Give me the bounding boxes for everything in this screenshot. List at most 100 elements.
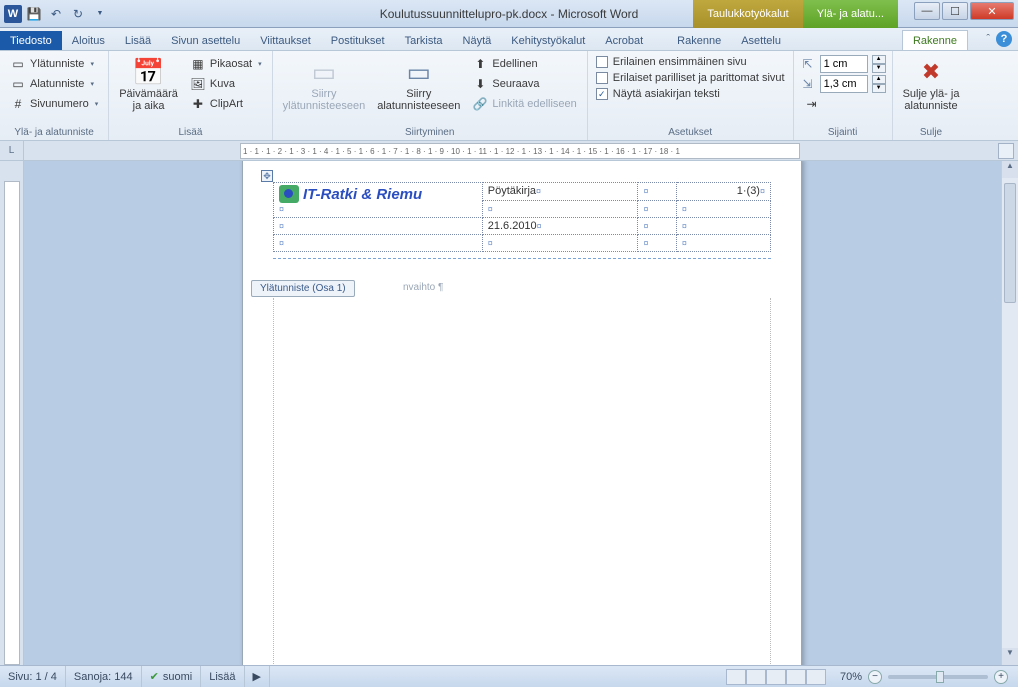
cell-company[interactable]: IT-Ratki & Riemu ¤ bbox=[274, 183, 483, 218]
tab-selector[interactable]: L bbox=[0, 141, 24, 161]
status-insert-mode[interactable]: Lisää bbox=[201, 666, 244, 687]
table-move-handle[interactable]: ✥ bbox=[261, 170, 273, 182]
quick-access-toolbar: W 💾 ↶ ↻ ▼ bbox=[0, 4, 110, 24]
next-button[interactable]: ⬇Seuraava bbox=[468, 74, 580, 94]
undo-icon[interactable]: ↶ bbox=[46, 4, 66, 24]
proofing-icon: ✔ bbox=[150, 670, 159, 683]
status-page[interactable]: Sivu: 1 / 4 bbox=[0, 666, 66, 687]
different-first-checkbox[interactable]: Erilainen ensimmäinen sivu bbox=[594, 54, 787, 70]
next-icon: ⬇ bbox=[472, 76, 488, 92]
picture-icon: 🖼 bbox=[190, 76, 206, 92]
section-break-marker: nvaihto ¶ bbox=[403, 282, 443, 293]
save-icon[interactable]: 💾 bbox=[24, 4, 44, 24]
tab-review[interactable]: Tarkista bbox=[395, 31, 453, 50]
tab-hf-design[interactable]: Rakenne bbox=[902, 30, 968, 50]
group-navigation: ▭ Siirry ylätunnisteeseen ▭ Siirry alatu… bbox=[273, 51, 588, 140]
minimize-button[interactable]: — bbox=[914, 2, 940, 20]
tab-table-layout[interactable]: Asettelu bbox=[731, 31, 791, 50]
quickparts-button[interactable]: ▦Pikaosat▾ bbox=[186, 54, 266, 74]
insert-aligntab-button[interactable]: ⇥ bbox=[800, 94, 886, 114]
scroll-thumb[interactable] bbox=[1004, 183, 1016, 303]
tab-developer[interactable]: Kehitystyökalut bbox=[501, 31, 595, 50]
show-doc-text-checkbox[interactable]: ✓Näytä asiakirjan teksti bbox=[594, 86, 787, 102]
footer-from-bottom-input[interactable]: ⇲▲▼ bbox=[800, 74, 886, 94]
link-previous-button[interactable]: 🔗Linkitä edelliseen bbox=[468, 94, 580, 114]
view-outline[interactable] bbox=[786, 669, 806, 685]
window-title: Koulutussuunnittelupro-pk.docx - Microso… bbox=[380, 7, 639, 21]
view-fullscreen[interactable] bbox=[746, 669, 766, 685]
picture-button[interactable]: 🖼Kuva bbox=[186, 74, 266, 94]
pagenumber-button[interactable]: #Sivunumero▾ bbox=[6, 94, 102, 114]
zoom-in-button[interactable]: + bbox=[994, 670, 1008, 684]
view-draft[interactable] bbox=[806, 669, 826, 685]
table-tools-header: Taulukkotyökalut bbox=[693, 0, 802, 28]
tab-acrobat[interactable]: Acrobat bbox=[595, 31, 653, 50]
qat-customize-icon[interactable]: ▼ bbox=[90, 4, 110, 24]
macro-icon: ▶ bbox=[253, 670, 261, 683]
help-button[interactable]: ? bbox=[996, 31, 1012, 47]
vertical-ruler[interactable] bbox=[4, 181, 20, 665]
header-area[interactable]: ✥ IT-Ratki & Riemu ¤ Pöytäkirja¤ ¤ 1·(3)… bbox=[273, 182, 771, 259]
ruler-toggle-button[interactable] bbox=[998, 143, 1014, 159]
table-row[interactable]: ¤¤¤¤ bbox=[274, 235, 771, 252]
header-from-top-input[interactable]: ⇱▲▼ bbox=[800, 54, 886, 74]
previous-button[interactable]: ⬆Edellinen bbox=[468, 54, 580, 74]
page[interactable]: ✥ IT-Ratki & Riemu ¤ Pöytäkirja¤ ¤ 1·(3)… bbox=[242, 161, 802, 665]
minimize-ribbon-icon[interactable]: ˆ bbox=[986, 33, 990, 45]
tab-table-design[interactable]: Rakenne bbox=[667, 31, 731, 50]
tab-icon: ⇥ bbox=[804, 96, 820, 112]
vertical-scrollbar[interactable]: ▲ ▼ bbox=[1001, 161, 1018, 665]
word-icon[interactable]: W bbox=[4, 5, 22, 23]
calendar-icon: 📅 bbox=[133, 56, 165, 88]
zoom-slider[interactable] bbox=[888, 675, 988, 679]
different-oddeven-checkbox[interactable]: Erilaiset parilliset ja parittomat sivut bbox=[594, 70, 787, 86]
clipart-button[interactable]: ✚ClipArt bbox=[186, 94, 266, 114]
tab-view[interactable]: Näytä bbox=[453, 31, 502, 50]
zoom-slider-thumb[interactable] bbox=[936, 671, 944, 683]
maximize-button[interactable]: ☐ bbox=[942, 2, 968, 20]
goto-header-button[interactable]: ▭ Siirry ylätunnisteeseen bbox=[279, 54, 370, 114]
status-macro[interactable]: ▶ bbox=[245, 666, 270, 687]
footer-button[interactable]: ▭Alatunniste▾ bbox=[6, 74, 102, 94]
group-insert: 📅 Päivämäärä ja aika ▦Pikaosat▾ 🖼Kuva ✚C… bbox=[109, 51, 272, 140]
table-row[interactable]: ¤ 21.6.2010¤ ¤¤ bbox=[274, 218, 771, 235]
zoom-level[interactable]: 70% bbox=[840, 671, 862, 683]
cell-pagecount[interactable]: 1·(3)¤ bbox=[676, 183, 770, 201]
view-buttons bbox=[722, 669, 830, 685]
tab-file[interactable]: Tiedosto bbox=[0, 31, 62, 50]
horizontal-ruler[interactable]: 1 · 1 · 1 · 2 · 1 · 3 · 1 · 4 · 1 · 5 · … bbox=[240, 143, 800, 159]
vertical-ruler-column bbox=[0, 161, 24, 665]
tab-home[interactable]: Aloitus bbox=[62, 31, 115, 50]
header-table[interactable]: IT-Ratki & Riemu ¤ Pöytäkirja¤ ¤ 1·(3)¤ … bbox=[273, 182, 771, 252]
cell-date[interactable]: 21.6.2010¤ bbox=[482, 218, 638, 235]
redo-icon[interactable]: ↻ bbox=[68, 4, 88, 24]
tab-mailings[interactable]: Postitukset bbox=[321, 31, 395, 50]
tab-references[interactable]: Viittaukset bbox=[250, 31, 321, 50]
scroll-down-button[interactable]: ▼ bbox=[1002, 648, 1018, 665]
ribbon-tabs: Tiedosto Aloitus Lisää Sivun asettelu Vi… bbox=[0, 28, 1018, 51]
scroll-up-button[interactable]: ▲ bbox=[1002, 161, 1018, 178]
status-language[interactable]: ✔suomi bbox=[142, 666, 202, 687]
view-print-layout[interactable] bbox=[726, 669, 746, 685]
close-header-footer-button[interactable]: ✖ Sulje ylä- ja alatunniste bbox=[899, 54, 964, 114]
document-scroll[interactable]: ✥ IT-Ratki & Riemu ¤ Pöytäkirja¤ ¤ 1·(3)… bbox=[24, 161, 1018, 665]
link-icon: 🔗 bbox=[472, 96, 488, 112]
tab-pagelayout[interactable]: Sivun asettelu bbox=[161, 31, 250, 50]
cell-empty[interactable]: ¤ bbox=[638, 183, 676, 201]
camera-icon bbox=[279, 185, 299, 203]
header-button[interactable]: ▭Ylätunniste▾ bbox=[6, 54, 102, 74]
tab-insert[interactable]: Lisää bbox=[115, 31, 161, 50]
ruler-row: L 1 · 1 · 1 · 2 · 1 · 3 · 1 · 4 · 1 · 5 … bbox=[0, 141, 1018, 161]
cell-title[interactable]: Pöytäkirja¤ bbox=[482, 183, 638, 201]
goto-footer-button[interactable]: ▭ Siirry alatunnisteeseen bbox=[373, 54, 464, 114]
zoom-out-button[interactable]: − bbox=[868, 670, 882, 684]
table-row[interactable]: IT-Ratki & Riemu ¤ Pöytäkirja¤ ¤ 1·(3)¤ bbox=[274, 183, 771, 201]
group-header-footer: ▭Ylätunniste▾ ▭Alatunniste▾ #Sivunumero▾… bbox=[0, 51, 109, 140]
status-wordcount[interactable]: Sanoja: 144 bbox=[66, 666, 142, 687]
group-position: ⇱▲▼ ⇲▲▼ ⇥ Sijainti bbox=[794, 51, 893, 140]
header-icon: ▭ bbox=[10, 56, 26, 72]
datetime-button[interactable]: 📅 Päivämäärä ja aika bbox=[115, 54, 182, 114]
group-close: ✖ Sulje ylä- ja alatunniste Sulje bbox=[893, 51, 970, 140]
close-button[interactable]: ✕ bbox=[970, 2, 1014, 20]
view-web[interactable] bbox=[766, 669, 786, 685]
